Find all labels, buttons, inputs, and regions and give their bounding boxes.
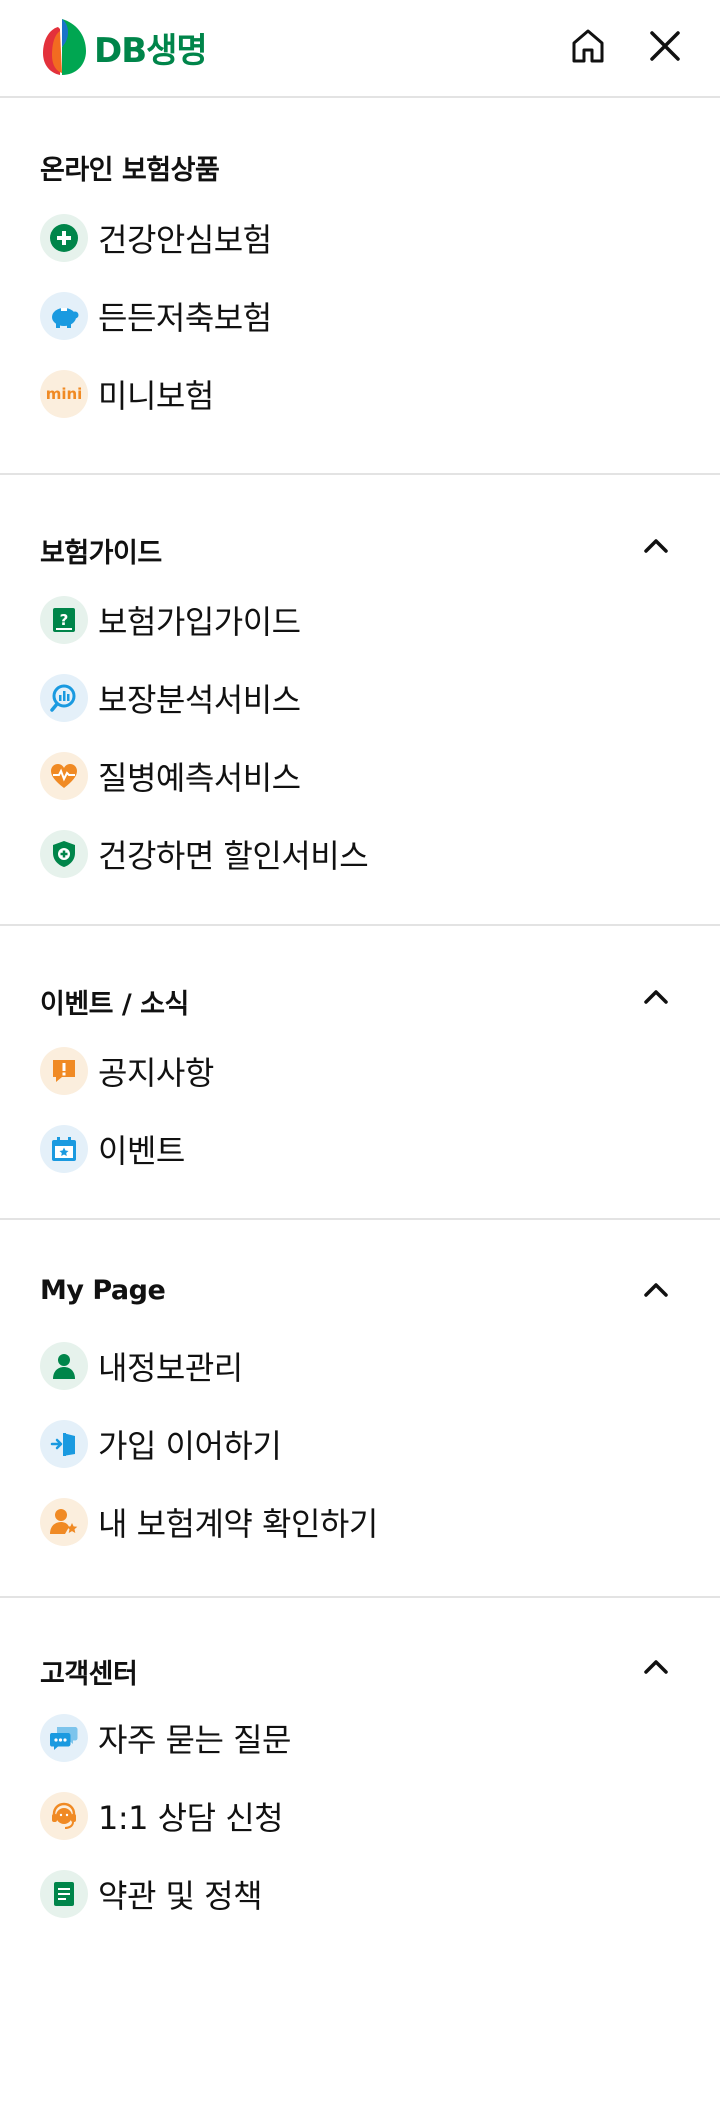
question-book-icon: ?	[40, 596, 88, 644]
close-button[interactable]	[643, 24, 687, 68]
menu-item-label: 미니보험	[98, 377, 214, 415]
my-page-section: My Page 내정보관리 가입 이어하기 내 보험계약 확인하기	[0, 1220, 720, 1598]
db-logo-mark-icon	[43, 19, 86, 75]
menu-item-label: 약관 및 정책	[98, 1877, 263, 1915]
menu-item-check-contracts[interactable]: 내 보험계약 확인하기	[40, 1495, 378, 1549]
menu-header: DB생명	[0, 0, 720, 98]
plus-circle-icon	[40, 214, 88, 262]
chevron-up-icon	[644, 1283, 668, 1297]
menu-item-label: 이벤트	[98, 1132, 185, 1170]
chevron-up-icon	[644, 539, 668, 553]
heart-pulse-icon	[40, 752, 88, 800]
insurance-guide-section: 보험가이드 ? 보험가입가이드 보장분석서비스 질병예측서비스 건강하면 할인서…	[0, 475, 720, 926]
menu-item-label: 자주 묻는 질문	[98, 1721, 291, 1759]
brand-name: DB생명	[94, 30, 208, 71]
home-button[interactable]	[566, 24, 610, 68]
menu-item-savings-insurance[interactable]: 든든저축보험	[40, 289, 272, 343]
chart-magnifier-icon	[40, 674, 88, 722]
mini-badge-icon: mini	[40, 370, 88, 418]
events-news-section: 이벤트 / 소식 공지사항 이벤트	[0, 926, 720, 1220]
menu-item-my-info[interactable]: 내정보관리	[40, 1339, 243, 1393]
menu-item-faq[interactable]: 자주 묻는 질문	[40, 1711, 291, 1765]
menu-item-label: 내 보험계약 확인하기	[98, 1505, 378, 1543]
close-icon	[650, 31, 680, 61]
home-icon	[572, 29, 604, 63]
chevron-up-icon	[644, 1660, 668, 1674]
online-products-section: 온라인 보험상품 건강안심보험 든든저축보험 mini 미니보험	[0, 98, 720, 475]
menu-item-notices[interactable]: 공지사항	[40, 1044, 214, 1098]
chevron-up-icon	[644, 990, 668, 1004]
menu-item-label: 공지사항	[98, 1054, 214, 1092]
collapse-toggle[interactable]	[636, 1647, 676, 1687]
menu-item-consultation[interactable]: 1:1 상담 신청	[40, 1789, 284, 1843]
menu-item-terms-policy[interactable]: 약관 및 정책	[40, 1867, 263, 1921]
menu-item-label: 건강하면 할인서비스	[98, 837, 369, 875]
section-title: 고객센터	[40, 1659, 138, 1690]
menu-item-signup-guide[interactable]: ? 보험가입가이드	[40, 593, 301, 647]
menu-item-label: 보험가입가이드	[98, 603, 301, 641]
chat-bubbles-icon	[40, 1714, 88, 1762]
menu-item-label: 질병예측서비스	[98, 759, 301, 797]
section-title: My Page	[40, 1275, 166, 1306]
svg-text:?: ?	[60, 611, 69, 629]
menu-item-mini-insurance[interactable]: mini 미니보험	[40, 367, 214, 421]
mini-badge-text: mini	[45, 385, 83, 403]
menu-item-label: 내정보관리	[98, 1349, 243, 1387]
collapse-toggle[interactable]	[636, 1270, 676, 1310]
door-enter-icon	[40, 1420, 88, 1468]
section-title: 온라인 보험상품	[40, 155, 220, 186]
menu-item-label: 가입 이어하기	[98, 1427, 282, 1465]
collapse-toggle[interactable]	[636, 977, 676, 1017]
person-star-icon	[40, 1498, 88, 1546]
menu-item-label: 든든저축보험	[98, 299, 272, 337]
notice-icon	[40, 1047, 88, 1095]
menu-item-health-discount[interactable]: 건강하면 할인서비스	[40, 827, 369, 881]
customer-center-section: 고객센터 자주 묻는 질문 1:1 상담 신청 약관 및 정책	[0, 1598, 720, 1918]
menu-item-label: 1:1 상담 신청	[98, 1799, 284, 1837]
shield-plus-icon	[40, 830, 88, 878]
section-title: 보험가이드	[40, 538, 162, 569]
person-icon	[40, 1342, 88, 1390]
document-icon	[40, 1870, 88, 1918]
menu-item-label: 보장분석서비스	[98, 681, 301, 719]
menu-item-events[interactable]: 이벤트	[40, 1122, 185, 1176]
menu-item-health-insurance[interactable]: 건강안심보험	[40, 211, 272, 265]
collapse-toggle[interactable]	[636, 526, 676, 566]
menu-item-continue-signup[interactable]: 가입 이어하기	[40, 1417, 282, 1471]
menu-item-disease-prediction[interactable]: 질병예측서비스	[40, 749, 301, 803]
piggy-bank-icon	[40, 292, 88, 340]
headset-agent-icon	[40, 1792, 88, 1840]
menu-item-label: 건강안심보험	[98, 221, 272, 259]
menu-item-coverage-analysis[interactable]: 보장분석서비스	[40, 671, 301, 725]
db-life-logo[interactable]: DB생명	[40, 16, 208, 78]
calendar-star-icon	[40, 1125, 88, 1173]
section-title: 이벤트 / 소식	[40, 989, 189, 1020]
